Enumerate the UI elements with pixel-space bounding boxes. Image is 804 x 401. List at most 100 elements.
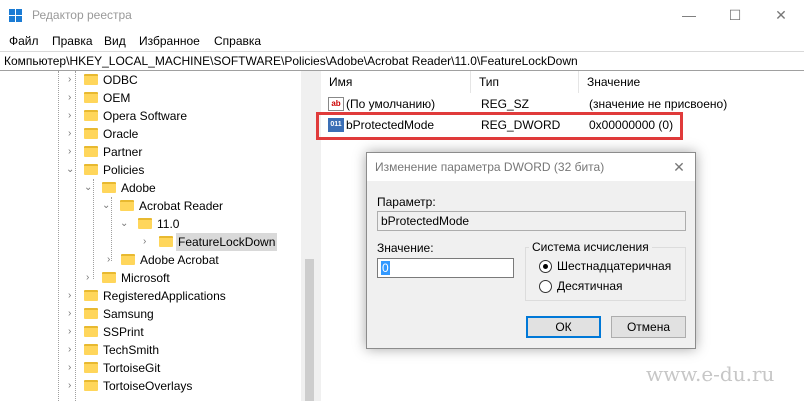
- tree-item-label: Samsung: [103, 307, 154, 321]
- folder-icon: [84, 128, 98, 139]
- value-data-input[interactable]: 0: [377, 258, 514, 278]
- tree-item-label: Oracle: [103, 127, 139, 141]
- folder-icon: [102, 182, 116, 193]
- chevron-right-icon[interactable]: ›: [107, 251, 117, 269]
- tree-item[interactable]: › Partner: [0, 143, 300, 161]
- chevron-down-icon[interactable]: ⌄: [120, 215, 130, 233]
- tree-item[interactable]: › Oracle: [0, 125, 300, 143]
- folder-icon: [84, 110, 98, 121]
- tree-item-selected[interactable]: › FeatureLockDown: [0, 233, 300, 251]
- close-button[interactable]: ✕: [758, 0, 804, 31]
- tree-item-label: Adobe Acrobat: [140, 253, 219, 267]
- tree-item[interactable]: › SSPrint: [0, 323, 300, 341]
- folder-icon: [84, 74, 98, 85]
- chevron-right-icon[interactable]: ›: [68, 89, 78, 107]
- tree-item[interactable]: › TortoiseOverlays: [0, 377, 300, 395]
- chevron-right-icon[interactable]: ›: [68, 107, 78, 125]
- radio-hex[interactable]: [539, 260, 552, 273]
- minimize-button[interactable]: —: [666, 0, 712, 31]
- radio-decimal-label[interactable]: Десятичная: [557, 279, 623, 293]
- menu-bar: Файл Правка Вид Избранное Справка: [0, 31, 804, 51]
- tree-item-label: Partner: [103, 145, 143, 159]
- tree-item-label: TechSmith: [103, 343, 160, 357]
- folder-icon: [84, 146, 98, 157]
- chevron-right-icon[interactable]: ›: [68, 359, 78, 377]
- column-header-type[interactable]: Тип: [471, 71, 579, 93]
- menu-favorites[interactable]: Избранное: [139, 34, 200, 48]
- tree-item[interactable]: › TortoiseGit: [0, 359, 300, 377]
- highlight-frame: [316, 112, 683, 140]
- scrollbar-thumb[interactable]: [305, 259, 314, 401]
- chevron-down-icon[interactable]: ⌄: [102, 197, 112, 215]
- tree-item[interactable]: ⌄ Policies: [0, 161, 300, 179]
- string-value-icon: ab: [328, 97, 344, 111]
- chevron-right-icon[interactable]: ›: [68, 341, 78, 359]
- tree-item-label: TortoiseGit: [103, 361, 161, 375]
- folder-icon: [121, 254, 135, 265]
- menu-file[interactable]: Файл: [9, 34, 39, 48]
- folder-icon: [120, 200, 134, 211]
- folder-icon: [84, 290, 98, 301]
- tree-item-label: TortoiseOverlays: [103, 379, 193, 393]
- tree-item[interactable]: ⌄ Acrobat Reader: [0, 197, 300, 215]
- address-bar[interactable]: Компьютер\HKEY_LOCAL_MACHINE\SOFTWARE\Po…: [0, 51, 804, 71]
- value-name: (По умолчанию): [346, 97, 436, 111]
- tree-item[interactable]: › TechSmith: [0, 341, 300, 359]
- chevron-right-icon[interactable]: ›: [143, 233, 153, 251]
- chevron-right-icon[interactable]: ›: [68, 323, 78, 341]
- tree-item-label: RegisteredApplications: [103, 289, 226, 303]
- radio-decimal[interactable]: [539, 280, 552, 293]
- chevron-right-icon[interactable]: ›: [68, 305, 78, 323]
- folder-icon: [84, 380, 98, 391]
- list-row[interactable]: ab (По умолчанию) REG_SZ (значение не пр…: [321, 94, 804, 114]
- tree-item[interactable]: ⌄ Adobe: [0, 179, 300, 197]
- chevron-right-icon[interactable]: ›: [68, 377, 78, 395]
- chevron-right-icon[interactable]: ›: [68, 125, 78, 143]
- ok-button[interactable]: ОК: [526, 316, 601, 338]
- tree-item-label: ODBC: [103, 73, 138, 87]
- folder-icon: [84, 92, 98, 103]
- chevron-right-icon[interactable]: ›: [86, 269, 96, 287]
- tree-view[interactable]: › ODBC › OEM › Opera Software › Oracle ›…: [0, 71, 318, 401]
- tree-item[interactable]: › OEM: [0, 89, 300, 107]
- tree-item[interactable]: ⌄ 11.0: [0, 215, 300, 233]
- menu-help[interactable]: Справка: [214, 34, 261, 48]
- menu-view[interactable]: Вид: [104, 34, 126, 48]
- column-header-value[interactable]: Значение: [579, 71, 804, 93]
- radio-hex-label[interactable]: Шестнадцатеричная: [557, 259, 671, 273]
- column-header-name[interactable]: Имя: [321, 71, 471, 93]
- folder-icon: [84, 308, 98, 319]
- chevron-down-icon[interactable]: ⌄: [66, 161, 76, 179]
- title-bar: Редактор реестра — ☐ ✕: [0, 0, 804, 31]
- folder-icon: [84, 326, 98, 337]
- chevron-right-icon[interactable]: ›: [68, 71, 78, 89]
- base-group-title: Система исчисления: [529, 240, 652, 254]
- chevron-right-icon[interactable]: ›: [68, 287, 78, 305]
- chevron-down-icon[interactable]: ⌄: [84, 179, 94, 197]
- tree-item[interactable]: › ODBC: [0, 71, 300, 89]
- tree-item-label: OEM: [103, 91, 131, 105]
- cancel-button[interactable]: Отмена: [611, 316, 686, 338]
- tree-item[interactable]: › Samsung: [0, 305, 300, 323]
- tree-item-label: Microsoft: [121, 271, 170, 285]
- folder-icon: [84, 344, 98, 355]
- dialog-title: Изменение параметра DWORD (32 бита): [375, 160, 605, 174]
- tree-item-label: Acrobat Reader: [139, 199, 224, 213]
- dialog-close-button[interactable]: ✕: [663, 153, 695, 181]
- registry-editor-icon: [9, 9, 23, 23]
- value-data: (значение не присвоено): [589, 97, 728, 111]
- tree-item[interactable]: › Adobe Acrobat: [0, 251, 300, 269]
- tree-item[interactable]: › RegisteredApplications: [0, 287, 300, 305]
- chevron-right-icon[interactable]: ›: [68, 143, 78, 161]
- folder-icon: [84, 362, 98, 373]
- tree-item[interactable]: › Microsoft: [0, 269, 300, 287]
- tree-item-label: FeatureLockDown: [176, 233, 278, 251]
- folder-icon: [102, 272, 116, 283]
- menu-edit[interactable]: Правка: [52, 34, 93, 48]
- maximize-button[interactable]: ☐: [712, 0, 758, 31]
- param-name-field: bProtectedMode: [377, 211, 686, 231]
- tree-item[interactable]: › Opera Software: [0, 107, 300, 125]
- tree-item-label: 11.0: [157, 217, 180, 231]
- tree-item-label: Adobe: [121, 181, 156, 195]
- value-type: REG_SZ: [481, 97, 530, 111]
